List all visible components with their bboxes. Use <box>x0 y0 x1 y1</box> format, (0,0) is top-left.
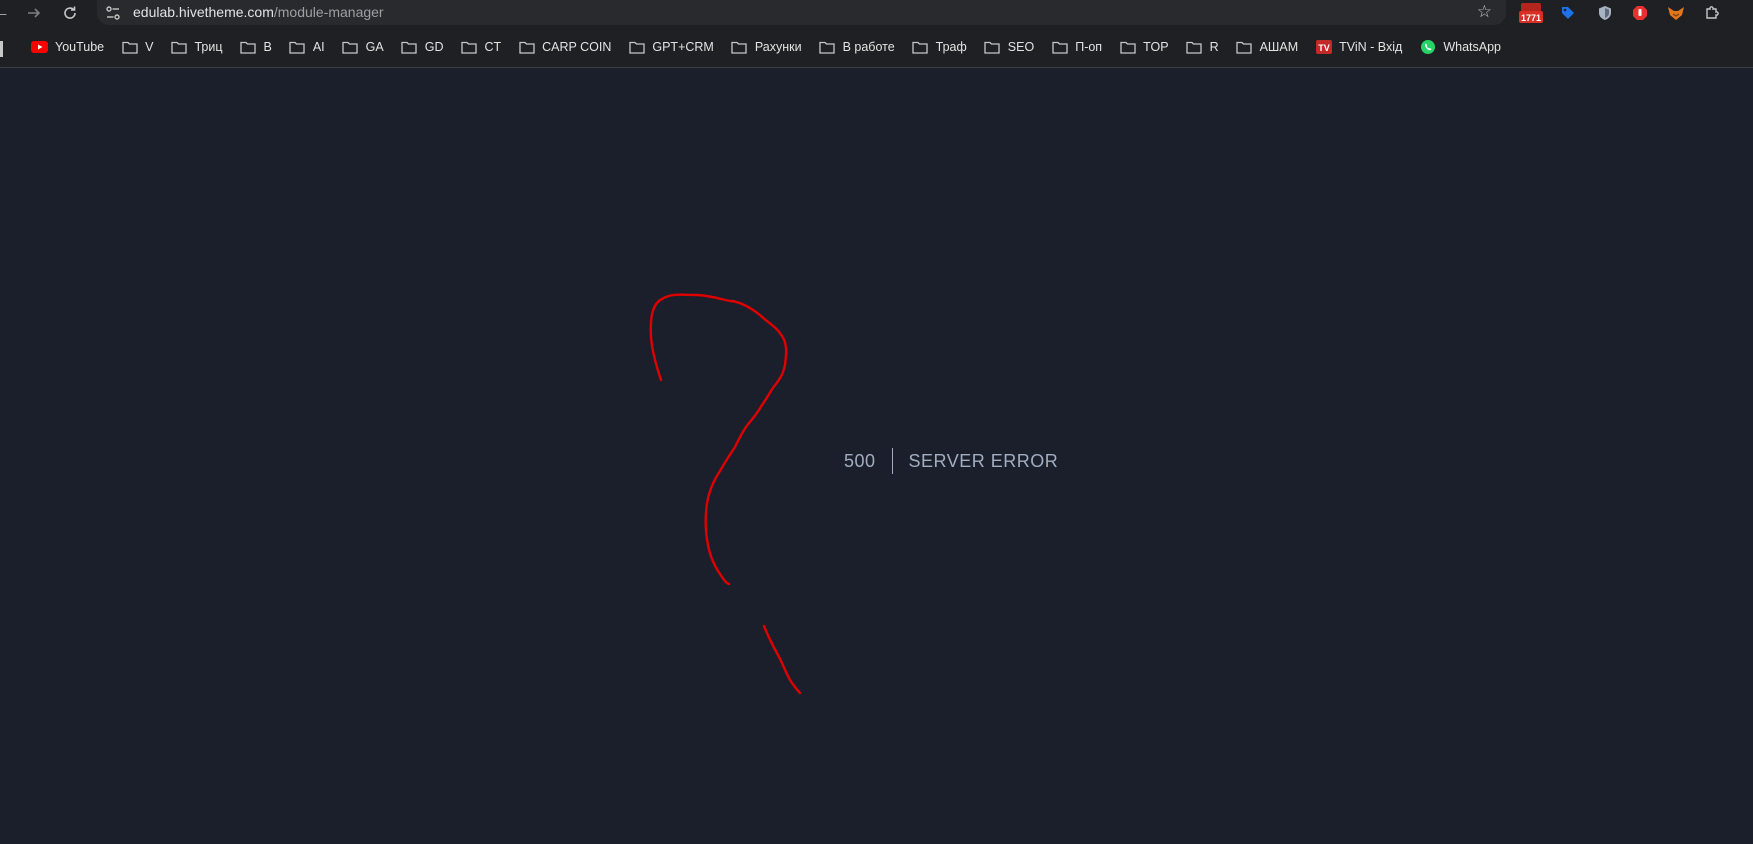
bookmark-label: TOP <box>1143 40 1169 54</box>
bookmark-label: Рахунки <box>754 40 802 54</box>
bookmark-whatsapp[interactable]: WhatsApp <box>1419 37 1501 57</box>
folder-icon <box>1186 40 1203 54</box>
bookmark-folder-top[interactable]: TOP <box>1119 37 1169 57</box>
folder-icon <box>460 40 477 54</box>
svg-text:TV: TV <box>1318 43 1330 53</box>
tvin-icon: TV <box>1315 40 1332 54</box>
folder-icon <box>1236 40 1253 54</box>
folder-icon <box>912 40 929 54</box>
bookmark-label: V <box>145 40 154 54</box>
bookmark-label: GPT+CRM <box>652 40 714 54</box>
bookmark-label: CARP COIN <box>542 40 612 54</box>
bookmark-list: YouTube V Триц B AI GA GD CT CARP COIN G… <box>31 37 1518 57</box>
bookmark-folder-ai[interactable]: AI <box>289 37 325 57</box>
extension-badge: 1771 <box>1521 13 1541 23</box>
folder-icon <box>819 40 836 54</box>
bookmark-folder-ct[interactable]: CT <box>460 37 501 57</box>
bookmark-folder-traf[interactable]: Траф <box>912 37 967 57</box>
bookmark-folder-asham[interactable]: АШАМ <box>1236 37 1299 57</box>
bookmark-label: Траф <box>935 40 967 54</box>
whatsapp-icon <box>1419 40 1436 54</box>
bookmark-star-icon[interactable]: ☆ <box>1477 2 1492 22</box>
bookmark-tvin[interactable]: TV TViN - Вхід <box>1315 37 1402 57</box>
bookmark-folder-gd[interactable]: GD <box>401 37 444 57</box>
folder-icon <box>401 40 418 54</box>
url-text[interactable]: edulab.hivetheme.com/module-manager <box>133 3 384 21</box>
error-code: 500 <box>844 450 876 471</box>
bookmark-label: B <box>263 40 272 54</box>
bookmark-folder-b[interactable]: B <box>240 37 272 57</box>
bookmark-folder-r[interactable]: R <box>1186 37 1219 57</box>
url-host: edulab.hivetheme.com <box>133 4 274 20</box>
bookmark-label: АШАМ <box>1259 40 1299 54</box>
apps-grid-icon[interactable] <box>0 41 3 57</box>
bookmark-label: CT <box>484 40 502 54</box>
bookmarks-bar: YouTube V Триц B AI GA GD CT CARP COIN G… <box>0 27 1753 68</box>
folder-icon <box>731 40 748 54</box>
url-path: /module-manager <box>273 4 384 20</box>
bookmark-folder-gpt-crm[interactable]: GPT+CRM <box>628 37 714 57</box>
bookmark-label: GA <box>365 40 384 54</box>
folder-icon <box>1051 40 1068 54</box>
stop-hand-extension-icon[interactable] <box>1630 2 1650 24</box>
bookmark-folder-p-op[interactable]: П-оп <box>1051 37 1102 57</box>
folder-icon <box>984 40 1001 54</box>
bookmark-folder-seo[interactable]: SEO <box>984 37 1034 57</box>
puzzle-extensions-icon[interactable] <box>1702 2 1722 24</box>
folder-icon <box>240 40 257 54</box>
back-arrow-icon[interactable]: ← <box>0 3 12 23</box>
bookmark-folder-rakhunky[interactable]: Рахунки <box>731 37 802 57</box>
folder-icon <box>121 40 138 54</box>
folder-icon <box>628 40 645 54</box>
bookmark-label: WhatsApp <box>1443 40 1501 54</box>
bookmark-folder-v[interactable]: V <box>121 37 153 57</box>
error-message: 500 SERVER ERROR <box>844 447 1058 475</box>
bookmark-label: R <box>1209 40 1219 54</box>
bookmark-label: Триц <box>194 40 223 54</box>
bookmark-folder-ga[interactable]: GA <box>342 37 384 57</box>
site-settings-icon[interactable] <box>105 5 121 21</box>
bookmark-label: В работе <box>842 40 895 54</box>
mail-counter-extension[interactable]: 1771 <box>1517 2 1545 24</box>
folder-icon <box>518 40 535 54</box>
browser-toolbar: ← edulab.hivetheme.com/module-manager ☆ … <box>0 0 1753 27</box>
bookmark-folder-v-rabote[interactable]: В работе <box>819 37 895 57</box>
bookmark-label: YouTube <box>55 40 105 54</box>
tag-extension-icon[interactable] <box>1558 2 1578 24</box>
bookmark-folder-carp-coin[interactable]: CARP COIN <box>518 37 611 57</box>
error-text: SERVER ERROR <box>908 450 1059 471</box>
bookmark-label: SEO <box>1007 40 1035 54</box>
shield-extension-icon[interactable] <box>1595 2 1615 24</box>
folder-icon <box>289 40 306 54</box>
bookmark-folder-trits[interactable]: Триц <box>170 37 223 57</box>
bookmark-label: GD <box>424 40 444 54</box>
folder-icon <box>342 40 359 54</box>
forward-arrow-icon[interactable] <box>24 3 44 23</box>
bookmark-label: AI <box>312 40 325 54</box>
reload-icon[interactable] <box>60 3 80 23</box>
bookmark-label: TViN - Вхід <box>1339 40 1403 54</box>
folder-icon <box>1119 40 1136 54</box>
address-bar[interactable]: edulab.hivetheme.com/module-manager ☆ <box>97 0 1506 25</box>
youtube-icon <box>31 40 48 54</box>
bookmark-youtube[interactable]: YouTube <box>31 37 104 57</box>
fox-wallet-extension-icon[interactable] <box>1666 2 1686 24</box>
folder-icon <box>170 40 187 54</box>
bookmark-label: П-оп <box>1075 40 1103 54</box>
